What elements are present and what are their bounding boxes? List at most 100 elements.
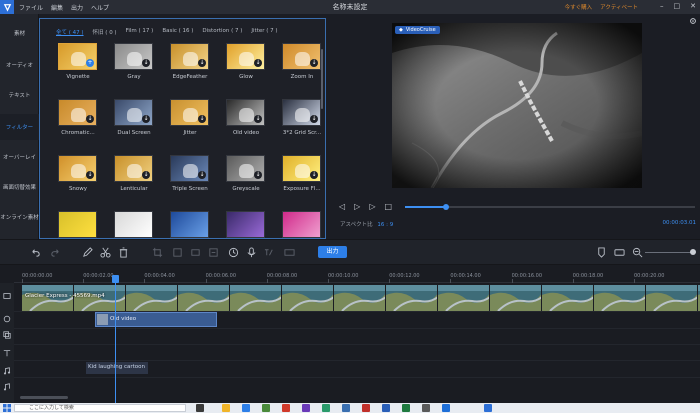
tab-distortion[interactable]: Distortion ( 7 ) <box>202 28 242 36</box>
download-icon[interactable]: ↓ <box>310 171 318 179</box>
stop-icon[interactable]: □ <box>384 202 392 211</box>
tab-all[interactable]: 全て ( 47 ) <box>56 28 84 36</box>
subtitle-icon[interactable] <box>284 247 295 258</box>
filter-item[interactable]: ↓ Gray <box>112 43 156 80</box>
add-filter-icon[interactable]: + <box>86 59 94 67</box>
sidebar-item-transitions[interactable]: 画面切替効果 <box>0 174 39 200</box>
zoom-out-icon[interactable] <box>632 247 643 258</box>
video-track-icon[interactable] <box>3 292 11 300</box>
filter-item[interactable] <box>224 211 268 242</box>
download-icon[interactable]: ↓ <box>198 59 206 67</box>
undo-icon[interactable] <box>30 247 41 258</box>
microphone-icon[interactable] <box>246 247 257 258</box>
filter-item[interactable] <box>56 211 100 242</box>
taskbar-search-input[interactable]: ここに入力して検索 <box>14 404 186 412</box>
word-icon[interactable] <box>382 404 390 412</box>
sidebar-item-media[interactable]: 素材 <box>0 20 39 46</box>
minimize-icon[interactable]: – <box>660 2 664 10</box>
filter-clip[interactable]: Old video <box>95 312 217 327</box>
split-icon[interactable] <box>172 247 183 258</box>
playback-progress[interactable] <box>405 204 695 210</box>
filter-item[interactable]: ↓ Chromatic... <box>56 99 100 136</box>
next-frame-icon[interactable]: ▷ <box>369 202 375 211</box>
download-icon[interactable]: ↓ <box>254 115 262 123</box>
menu-file[interactable]: ファイル <box>19 3 43 12</box>
download-icon[interactable]: ↓ <box>86 171 94 179</box>
filter-item[interactable]: ↓ Old video <box>224 99 268 136</box>
close-icon[interactable]: ✕ <box>690 2 696 10</box>
crop-icon[interactable] <box>152 247 163 258</box>
text-clip[interactable]: Kid laughing cartoon <box>86 362 148 374</box>
app-icon-green[interactable] <box>322 404 330 412</box>
filter-item[interactable]: ↓ Greyscale <box>224 155 268 192</box>
timeline-zoom-knob[interactable] <box>690 249 696 255</box>
filter-item[interactable]: ↓ Glow <box>224 43 268 80</box>
export-button[interactable]: 出力 <box>318 246 347 258</box>
filter-item[interactable]: ↓ Dual Screen <box>112 99 156 136</box>
app-icon-gray[interactable] <box>422 404 430 412</box>
settings-gear-icon[interactable] <box>689 17 697 25</box>
app-icon-red-2[interactable] <box>362 404 370 412</box>
tab-film[interactable]: Film ( 17 ) <box>126 28 154 36</box>
prev-frame-icon[interactable]: ◁ <box>339 202 345 211</box>
download-icon[interactable]: ↓ <box>142 59 150 67</box>
duration-clock-icon[interactable] <box>228 247 239 258</box>
filter-item[interactable] <box>112 211 156 242</box>
text-track-icon[interactable] <box>3 349 11 357</box>
filter-item[interactable]: ↓ 3*2 Grid Scr... <box>280 99 324 136</box>
playhead-handle[interactable] <box>112 275 119 283</box>
text-to-speech-icon[interactable] <box>264 247 275 258</box>
menu-edit[interactable]: 編集 <box>51 3 63 12</box>
sidebar-item-filters[interactable]: フィルター <box>0 114 39 140</box>
app-icon-blue[interactable] <box>342 404 350 412</box>
download-icon[interactable]: ↓ <box>310 59 318 67</box>
filter-item[interactable] <box>280 211 324 242</box>
pen-icon[interactable] <box>82 247 93 258</box>
fit-timeline-icon[interactable] <box>614 247 625 258</box>
voice-track-icon[interactable] <box>3 383 11 391</box>
buy-now-link[interactable]: 今すぐ購入 <box>565 3 593 11</box>
app-icon-red[interactable] <box>282 404 290 412</box>
filter-item[interactable]: ↓ Snowy <box>56 155 100 192</box>
playhead-line[interactable] <box>115 275 116 403</box>
play-icon[interactable]: ▷ <box>354 202 360 211</box>
filter-scrollbar[interactable] <box>321 49 323 109</box>
app-icon-purple[interactable] <box>302 404 310 412</box>
mosaic-icon[interactable] <box>190 247 201 258</box>
tab-retro[interactable]: 怀旧 ( 0 ) <box>93 28 117 36</box>
download-icon[interactable]: ↓ <box>86 115 94 123</box>
video-preview[interactable]: ◆ VideoCruise <box>392 23 642 188</box>
aspect-ratio-value[interactable]: 16 : 9 <box>377 222 393 228</box>
download-icon[interactable]: ↓ <box>254 171 262 179</box>
filter-item[interactable]: ↓ Exposure Fl... <box>280 155 324 192</box>
video-editor-taskbar-icon[interactable] <box>484 404 492 412</box>
excel-icon[interactable] <box>402 404 410 412</box>
marker-icon[interactable] <box>596 247 607 258</box>
tab-basic[interactable]: Basic ( 16 ) <box>162 28 193 36</box>
download-icon[interactable]: ↓ <box>198 171 206 179</box>
tab-jitter[interactable]: Jitter ( 7 ) <box>251 28 277 36</box>
sidebar-item-overlay[interactable]: オーバーレイ <box>0 144 39 170</box>
task-view-icon[interactable] <box>196 404 204 412</box>
progress-knob[interactable] <box>442 204 449 210</box>
app-icon-blue-2[interactable] <box>442 404 450 412</box>
download-icon[interactable]: ↓ <box>142 115 150 123</box>
filter-track-icon[interactable] <box>3 315 11 323</box>
sidebar-item-audio[interactable]: オーディオ <box>0 52 39 78</box>
cut-icon[interactable] <box>100 247 111 258</box>
edge-icon[interactable] <box>242 404 250 412</box>
activate-link[interactable]: アクティベート <box>600 3 638 11</box>
redo-icon[interactable] <box>50 247 61 258</box>
filter-item[interactable]: ↓ Zoom In <box>280 43 324 80</box>
delete-icon[interactable] <box>118 247 129 258</box>
timeline-zoom-slider[interactable] <box>645 252 691 253</box>
filter-item[interactable]: ↓ Jitter <box>168 99 212 136</box>
sidebar-item-online-media[interactable]: オンライン素材 <box>0 204 39 230</box>
explorer-icon[interactable] <box>222 404 230 412</box>
store-icon[interactable] <box>262 404 270 412</box>
download-icon[interactable]: ↓ <box>310 115 318 123</box>
sidebar-item-text[interactable]: テキスト <box>0 82 39 108</box>
download-icon[interactable]: ↓ <box>254 59 262 67</box>
menu-export[interactable]: 出力 <box>71 3 83 12</box>
filter-item[interactable]: ↓ EdgeFeather <box>168 43 212 80</box>
